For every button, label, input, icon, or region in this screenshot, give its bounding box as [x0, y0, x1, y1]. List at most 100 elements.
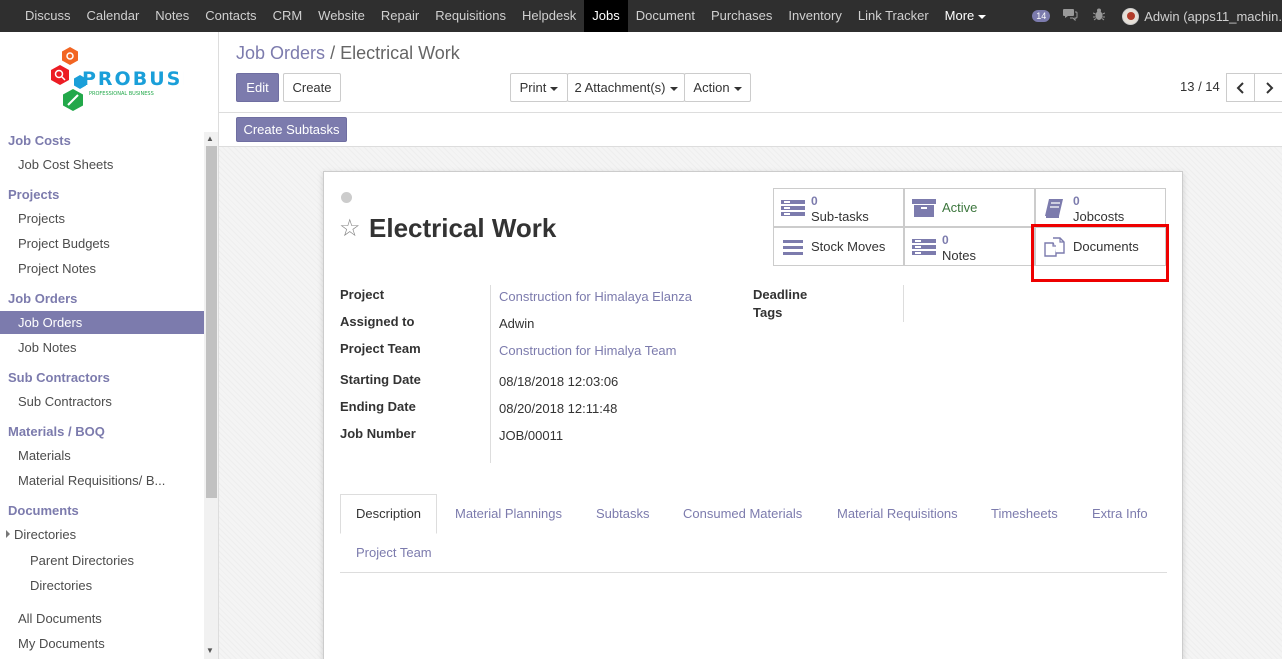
sidebar-item-project-budgets[interactable]: Project Budgets [18, 236, 110, 251]
sidebar-item-projects[interactable]: Projects [18, 211, 65, 226]
sidebar-item-project-notes[interactable]: Project Notes [18, 261, 96, 276]
menu-link-tracker[interactable]: Link Tracker [850, 0, 937, 32]
menu-document[interactable]: Document [628, 0, 703, 32]
starting-date-label: Starting Date [340, 372, 421, 387]
stock-moves-label: Stock Moves [811, 239, 886, 254]
jobcosts-smart-button[interactable]: 0 Jobcosts [1035, 188, 1166, 227]
job-number-label: Job Number [340, 426, 416, 441]
attachments-dropdown[interactable]: 2 Attachment(s) [567, 73, 685, 102]
menu-notes[interactable]: Notes [147, 0, 197, 32]
menu-crm[interactable]: CRM [265, 0, 311, 32]
create-subtasks-button[interactable]: Create Subtasks [236, 117, 347, 142]
tab-material-requisitions[interactable]: Material Requisitions [837, 506, 958, 521]
notes-count: 0 [942, 233, 949, 247]
menu-discuss[interactable]: Discuss [17, 0, 79, 32]
sidebar-item-my-documents[interactable]: My Documents [18, 636, 105, 651]
bug-icon[interactable] [1092, 8, 1106, 24]
print-label: Print [519, 80, 547, 95]
sidebar-item-directories[interactable]: Directories [14, 527, 76, 542]
jobcosts-label: Jobcosts [1073, 209, 1125, 224]
kanban-state-indicator[interactable] [341, 192, 352, 203]
menu-jobs[interactable]: Jobs [584, 0, 628, 32]
tab-description-label[interactable]: Description [356, 506, 421, 521]
field-separator [490, 285, 491, 463]
section-materials-boq: Materials / BOQ [8, 424, 105, 439]
sidebar-item-job-orders[interactable]: Job Orders [0, 311, 204, 334]
sidebar-item-material-requisitions[interactable]: Material Requisitions/ B... [18, 473, 165, 488]
caret-down-icon [977, 14, 986, 19]
active-label: Active [942, 200, 978, 215]
section-documents: Documents [8, 503, 79, 518]
user-name[interactable]: Adwin (apps11_machin. [1144, 9, 1282, 24]
section-job-costs: Job Costs [8, 133, 71, 148]
chat-icon[interactable] [1062, 8, 1078, 24]
tab-timesheets[interactable]: Timesheets [991, 506, 1058, 521]
project-label: Project [340, 287, 385, 302]
menu-requisitions[interactable]: Requisitions [427, 0, 514, 32]
menu-inventory[interactable]: Inventory [780, 0, 849, 32]
stock-moves-smart-button[interactable]: Stock Moves [773, 227, 904, 266]
tasks-icon [781, 200, 805, 216]
action-label: Action [693, 80, 730, 95]
tab-consumed-materials[interactable]: Consumed Materials [683, 506, 802, 521]
breadcrumb-separator: / [330, 43, 336, 63]
field-separator [903, 285, 904, 322]
print-dropdown[interactable]: Print [510, 73, 568, 102]
tab-extra-info[interactable]: Extra Info [1092, 506, 1148, 521]
notification-badge[interactable]: 14 [1032, 10, 1051, 22]
top-navbar: Discuss Calendar Notes Contacts CRM Webs… [0, 0, 1282, 32]
subtasks-smart-button[interactable]: 0 Sub-tasks [773, 188, 904, 227]
sidebar-item-parent-directories[interactable]: Parent Directories [30, 553, 134, 568]
section-job-orders: Job Orders [8, 291, 78, 306]
notes-smart-button[interactable]: 0 Notes [904, 227, 1035, 266]
ending-date-field[interactable]: 08/20/2018 12:11:48 [499, 401, 617, 416]
sidebar-item-materials[interactable]: Materials [18, 448, 71, 463]
sidebar-item-all-documents[interactable]: All Documents [18, 611, 102, 626]
assigned-to-label: Assigned to [340, 314, 415, 329]
menu-website[interactable]: Website [310, 0, 373, 32]
notes-label: Notes [942, 248, 976, 263]
company-logo: PROBUSE PROFESSIONAL BUSINESS [44, 45, 195, 117]
archive-icon [912, 199, 936, 217]
systray: 14 Adwin (apps11_machin. [1032, 0, 1282, 32]
breadcrumb-current: Electrical Work [340, 43, 460, 63]
tab-subtasks[interactable]: Subtasks [596, 506, 649, 521]
user-avatar[interactable] [1122, 7, 1140, 25]
project-team-field[interactable]: Construction for Himalya Team [499, 343, 677, 358]
menu-repair[interactable]: Repair [373, 0, 427, 32]
menu-contacts[interactable]: Contacts [197, 0, 264, 32]
pager-value[interactable]: 13 / 14 [1180, 79, 1220, 94]
menu-helpdesk[interactable]: Helpdesk [514, 0, 584, 32]
scroll-up-icon[interactable]: ▲ [206, 134, 214, 143]
project-team-label: Project Team [340, 341, 421, 356]
breadcrumb-parent[interactable]: Job Orders [236, 43, 325, 63]
project-field[interactable]: Construction for Himalaya Elanza [499, 289, 692, 304]
tab-project-team[interactable]: Project Team [356, 545, 432, 560]
sidebar-item-job-notes[interactable]: Job Notes [18, 340, 77, 355]
assigned-to-field[interactable]: Adwin [499, 316, 534, 331]
menu-calendar[interactable]: Calendar [79, 0, 148, 32]
logo-tagline: PROFESSIONAL BUSINESS [89, 91, 154, 97]
sidebar-item-sub-contractors[interactable]: Sub Contractors [18, 394, 112, 409]
menu-more[interactable]: More [937, 0, 994, 32]
create-button[interactable]: Create [283, 73, 341, 102]
pager-next-button[interactable] [1254, 73, 1282, 102]
job-number-field[interactable]: JOB/00011 [499, 428, 563, 443]
sidebar-item-directories-sub[interactable]: Directories [30, 578, 92, 593]
book-icon [1045, 199, 1063, 218]
caret-right-icon[interactable] [6, 530, 10, 538]
sidebar-item-job-cost-sheets[interactable]: Job Cost Sheets [18, 157, 113, 172]
tags-label: Tags [753, 305, 783, 320]
edit-button[interactable]: Edit [236, 73, 279, 102]
tab-material-plannings[interactable]: Material Plannings [455, 506, 562, 521]
active-toggle-button[interactable]: Active [904, 188, 1035, 227]
menu-purchases[interactable]: Purchases [703, 0, 780, 32]
section-projects: Projects [8, 187, 60, 202]
pager-previous-button[interactable] [1226, 73, 1255, 102]
star-icon[interactable]: ☆ [339, 214, 361, 243]
scroll-down-icon[interactable]: ▼ [206, 646, 214, 655]
sidebar-scrollbar-thumb[interactable] [206, 146, 217, 498]
action-dropdown[interactable]: Action [684, 73, 751, 102]
starting-date-field[interactable]: 08/18/2018 12:03:06 [499, 374, 618, 389]
jobcosts-count: 0 [1073, 194, 1080, 208]
